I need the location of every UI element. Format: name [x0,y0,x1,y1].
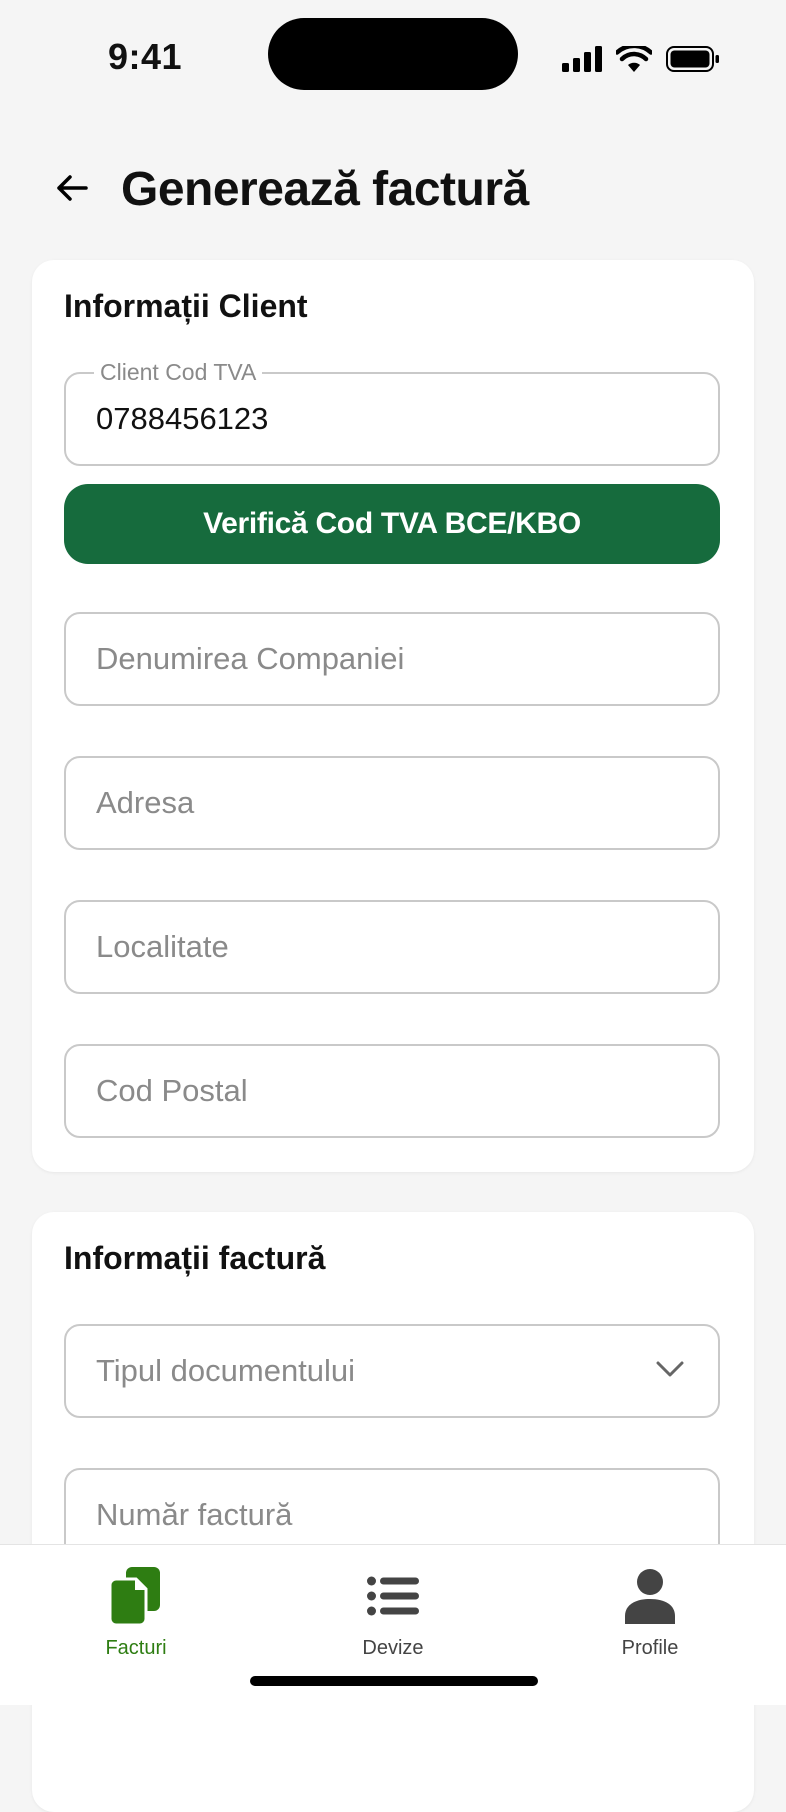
documents-icon [110,1567,160,1625]
invoice-info-card: Informații factură Tipul documentului Nu… [32,1212,754,1812]
company-name-input[interactable]: Denumirea Companiei [64,612,720,706]
page-header: Generează factură [0,150,786,230]
document-type-select[interactable]: Tipul documentului [64,1324,720,1418]
wifi-icon [616,46,652,72]
document-type-placeholder: Tipul documentului [96,1353,356,1388]
city-input[interactable]: Localitate [64,900,720,994]
vat-code-value: 0788456123 [96,401,269,436]
arrow-left-icon [57,175,88,201]
postal-code-placeholder: Cod Postal [96,1073,248,1108]
person-icon [625,1569,675,1624]
company-name-placeholder: Denumirea Companiei [96,641,405,676]
tab-facturi-label: Facturi [105,1637,167,1659]
verify-vat-button[interactable]: Verifică Cod TVA BCE/KBO [64,484,720,564]
address-input[interactable]: Adresa [64,756,720,850]
tab-facturi[interactable]: Facturi [36,1565,236,1675]
tab-devize[interactable]: Devize [293,1565,493,1675]
status-icons [562,44,720,74]
list-icon [367,1576,419,1616]
page-title: Generează factură [121,163,529,216]
client-info-title: Informații Client [64,288,308,324]
battery-icon [666,46,719,72]
vat-code-field[interactable]: Client Cod TVA 0788456123 [64,358,720,466]
home-indicator [250,1676,538,1686]
postal-code-input[interactable]: Cod Postal [64,1044,720,1138]
invoice-info-title: Informații factură [64,1240,326,1276]
status-time: 9:41 [108,36,183,77]
cellular-signal-icon [562,46,602,72]
dynamic-island [268,18,518,90]
city-placeholder: Localitate [96,929,229,964]
tab-profile-label: Profile [621,1637,679,1659]
address-placeholder: Adresa [96,785,195,820]
tab-profile[interactable]: Profile [550,1565,750,1675]
tab-devize-label: Devize [362,1637,424,1659]
chevron-down-icon [656,1361,684,1377]
status-bar: 9:41 [0,0,786,120]
client-info-card: Informații Client Client Cod TVA 0788456… [32,260,754,1172]
back-button[interactable] [52,168,92,208]
